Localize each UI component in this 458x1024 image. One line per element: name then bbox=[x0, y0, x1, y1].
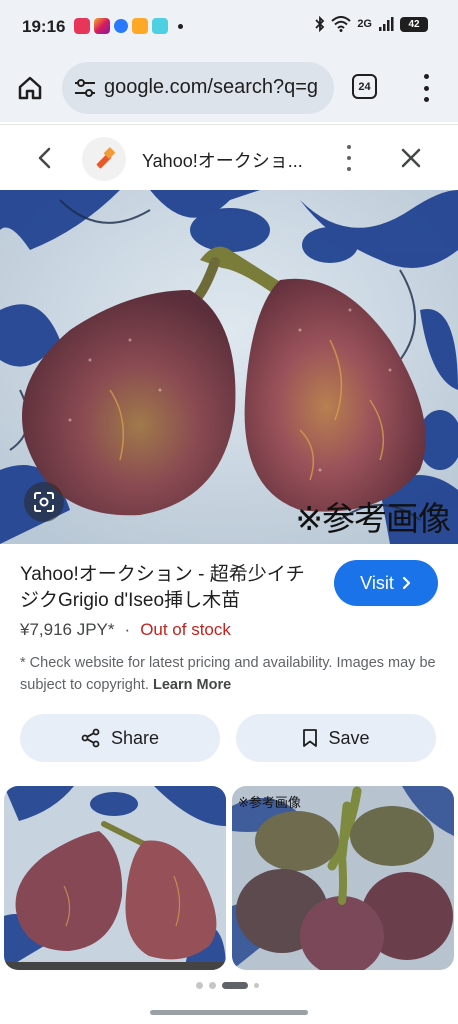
stock-status: Out of stock bbox=[140, 620, 231, 639]
app-notification-icon bbox=[74, 18, 90, 34]
app-notification-icon bbox=[152, 18, 168, 34]
tab-switcher-button[interactable]: 24 bbox=[352, 74, 377, 99]
notification-icons bbox=[74, 18, 183, 34]
fig-thumbnail bbox=[4, 786, 226, 970]
share-icon bbox=[81, 728, 100, 748]
instagram-icon bbox=[94, 18, 110, 34]
pager-dot bbox=[209, 982, 216, 989]
site-logo bbox=[82, 137, 126, 181]
panel-title: Yahoo!オークショ... bbox=[142, 151, 303, 171]
product-title[interactable]: Yahoo!オークション - 超希少イチジクGrigio d'Iseo挿し木苗 bbox=[20, 562, 320, 614]
status-indicators: 2G 42 bbox=[315, 16, 428, 32]
price-row: ¥7,916 JPY* · Out of stock bbox=[20, 620, 231, 640]
fig-photo bbox=[0, 190, 458, 544]
product-image[interactable]: ※参考画像 bbox=[0, 190, 458, 544]
separator: · bbox=[124, 620, 131, 639]
fig-thumbnail bbox=[232, 786, 454, 970]
address-bar[interactable]: google.com/search?q=g bbox=[62, 62, 334, 114]
visit-label: Visit bbox=[360, 572, 394, 593]
lens-icon bbox=[34, 492, 54, 512]
app-notification-icon bbox=[132, 18, 148, 34]
visit-button[interactable]: Visit bbox=[334, 560, 438, 606]
bookmark-icon bbox=[303, 729, 318, 747]
url-text[interactable]: google.com/search?q=g bbox=[104, 76, 318, 99]
site-settings-icon[interactable] bbox=[74, 78, 96, 98]
pager-dot bbox=[196, 982, 203, 989]
pager-dot bbox=[254, 983, 259, 988]
share-label: Share bbox=[110, 727, 160, 748]
result-panel-header: Yahoo!オークショ... bbox=[0, 124, 458, 190]
wifi-icon bbox=[331, 16, 351, 32]
close-icon[interactable] bbox=[400, 147, 422, 169]
browser-menu-icon[interactable] bbox=[418, 74, 434, 102]
save-button[interactable]: Save bbox=[236, 714, 436, 762]
price: ¥7,916 JPY* bbox=[20, 620, 115, 639]
more-notifications-icon bbox=[178, 23, 183, 29]
chevron-right-icon bbox=[402, 576, 410, 590]
home-icon[interactable] bbox=[16, 74, 44, 102]
battery-icon: 42 bbox=[400, 16, 428, 32]
google-lens-button[interactable] bbox=[24, 482, 64, 522]
thumbnail-watermark: ※参考画像 bbox=[238, 796, 301, 811]
auction-hammer-icon bbox=[96, 147, 116, 169]
browser-toolbar: google.com/search?q=g 24 bbox=[0, 56, 458, 122]
signal-icon bbox=[379, 17, 394, 31]
related-image-1[interactable] bbox=[4, 786, 226, 970]
share-button[interactable]: Share bbox=[20, 714, 220, 762]
learn-more-link[interactable]: Learn More bbox=[153, 677, 231, 693]
disclaimer: * Check website for latest pricing and a… bbox=[20, 652, 438, 696]
back-icon[interactable] bbox=[34, 145, 56, 171]
status-time: 19:16 bbox=[22, 17, 66, 36]
bluetooth-icon bbox=[315, 16, 325, 32]
status-bar: 19:16 2G 42 bbox=[0, 0, 458, 56]
network-type: 2G bbox=[357, 18, 372, 30]
save-label: Save bbox=[328, 727, 370, 748]
more-options-icon[interactable] bbox=[342, 145, 356, 171]
pager-dot-active bbox=[222, 982, 248, 989]
image-watermark: ※参考画像 bbox=[295, 499, 451, 538]
related-image-2[interactable]: ※参考画像 bbox=[232, 786, 454, 970]
gesture-home-bar[interactable] bbox=[150, 1010, 308, 1015]
messenger-icon bbox=[114, 19, 128, 33]
carousel-pager bbox=[196, 982, 259, 989]
